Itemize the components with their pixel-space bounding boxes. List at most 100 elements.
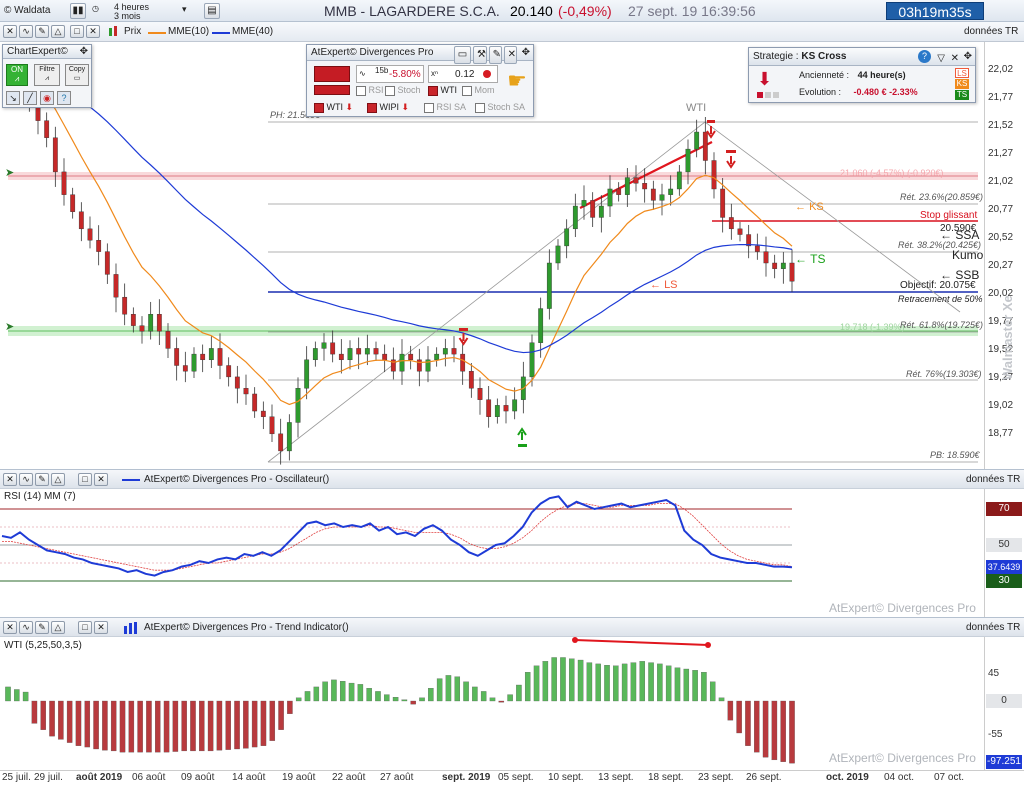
pin-icon[interactable]: ➤: [5, 320, 14, 333]
rsi-checkbox[interactable]: RSI: [356, 85, 384, 96]
close-icon[interactable]: ✕: [86, 25, 100, 38]
close-icon[interactable]: ✕: [94, 473, 108, 486]
prix-label[interactable]: Prix: [124, 25, 141, 39]
shapes-icon[interactable]: △: [51, 621, 65, 634]
value-text: 0.12: [455, 69, 475, 80]
minimize-icon[interactable]: ▭: [453, 46, 471, 64]
chart-thumb-button-2[interactable]: [314, 85, 350, 95]
waves-icon[interactable]: ∿: [19, 25, 33, 38]
candle-body: [191, 353, 197, 372]
period-badge: 15b: [375, 66, 389, 75]
rsisa-checkbox-box[interactable]: [424, 102, 434, 113]
tools-icon[interactable]: ✕: [3, 473, 17, 486]
candle-body: [477, 388, 483, 400]
wti-bar: [577, 659, 584, 702]
window-icon[interactable]: □: [78, 473, 92, 486]
wti-checkbox[interactable]: WTI: [428, 85, 457, 96]
mom-checkbox-box[interactable]: [462, 85, 472, 96]
close-icon[interactable]: ✕: [951, 50, 959, 68]
book-icon[interactable]: ▮▮: [70, 3, 86, 19]
candle-body: [304, 359, 310, 389]
mme40-label[interactable]: MME(40): [232, 25, 273, 39]
wti-bar: [516, 684, 522, 702]
candle-body: [408, 353, 414, 361]
candle-body: [139, 325, 145, 332]
wti-signal-box[interactable]: [314, 102, 324, 113]
rsi-checkbox-box[interactable]: [356, 85, 366, 96]
window-icon[interactable]: □: [78, 621, 92, 634]
clock-icon: ◷: [92, 4, 99, 13]
info-icon[interactable]: ?: [918, 50, 931, 63]
candle-body: [104, 251, 110, 275]
wti-bar: [304, 691, 311, 702]
rsisa-checkbox[interactable]: RSI SA: [424, 102, 466, 113]
wti-bar: [762, 700, 769, 758]
stochsa-checkbox[interactable]: Stoch SA: [475, 102, 525, 113]
help-icon[interactable]: ?: [57, 91, 71, 105]
wti-bar: [745, 700, 751, 746]
wipi-signal[interactable]: WIPI ⬇: [367, 102, 409, 113]
chart-type-icon[interactable]: ▤: [204, 3, 220, 19]
filter-icon[interactable]: ▽: [937, 50, 945, 68]
rsi-chart-svg[interactable]: [0, 489, 984, 617]
wti-signal[interactable]: WTI ⬇: [314, 102, 353, 113]
pin-icon[interactable]: ➤: [5, 166, 14, 179]
price-axis-label: 20,52: [988, 232, 1014, 243]
tools-icon[interactable]: ⚒: [473, 46, 487, 64]
wti-bar: [339, 681, 346, 702]
app-name: Waldata: [14, 5, 51, 16]
candle-body: [668, 188, 674, 195]
x-axis-label: 05 sept.: [498, 772, 534, 783]
chartexpert-on-button[interactable]: ON ⩘: [6, 64, 28, 86]
x-axis-label: 25 juil.: [2, 772, 31, 783]
wipi-signal-box[interactable]: [367, 102, 377, 113]
strategie-panel: Strategie : KS Cross ? ▽ ✕ ✥ ⬇ Anciennet…: [748, 47, 976, 103]
chartexpert-copy-button[interactable]: Copy ▭: [65, 64, 89, 86]
pen-icon[interactable]: ✎: [35, 25, 49, 38]
move-icon[interactable]: ✥: [522, 45, 530, 61]
pct-field[interactable]: ∿ 15b -5.80%: [356, 65, 424, 83]
hand-icon[interactable]: ☛: [504, 66, 530, 96]
pen-icon[interactable]: ✎: [35, 621, 49, 634]
waves-icon[interactable]: ∿: [19, 621, 33, 634]
candle-body: [208, 348, 214, 361]
draw-icon[interactable]: ↘: [6, 91, 20, 105]
value-field[interactable]: xⁿ 0.12: [428, 65, 498, 83]
candle-body: [763, 251, 769, 264]
close-icon[interactable]: ✕: [503, 46, 517, 64]
candle-body: [624, 177, 630, 195]
shapes-icon[interactable]: △: [51, 25, 65, 38]
shapes-icon[interactable]: △: [51, 473, 65, 486]
ks-annotation: ← KS: [795, 201, 824, 213]
wti-bar: [102, 700, 108, 751]
pen-icon[interactable]: ✎: [488, 46, 502, 64]
window-icon[interactable]: □: [70, 25, 84, 38]
wti-top-label: WTI: [686, 102, 707, 114]
mom-checkbox[interactable]: Mom: [462, 85, 495, 96]
stochsa-checkbox-box[interactable]: [475, 102, 485, 113]
mme10-label[interactable]: MME(10): [168, 25, 209, 39]
tools-icon[interactable]: ✕: [3, 25, 17, 38]
chart-thumb-button[interactable]: [314, 66, 350, 82]
candle-body: [243, 388, 249, 395]
target-icon[interactable]: ◉: [40, 91, 54, 105]
stoch-checkbox-box[interactable]: [385, 85, 395, 96]
ls-annotation: ← LS: [650, 279, 678, 291]
wti-bar: [648, 662, 654, 702]
strategie-label: Strategie :: [753, 51, 799, 62]
wti-checkbox-box[interactable]: [428, 85, 438, 96]
chartexpert-filtre-button[interactable]: Filtre ⩘: [34, 64, 60, 86]
x-axis-label: oct. 2019: [826, 772, 869, 783]
pen-icon[interactable]: ✎: [35, 473, 49, 486]
x-axis-label: 13 sept.: [598, 772, 634, 783]
tools-icon[interactable]: ✕: [3, 621, 17, 634]
line-icon[interactable]: ╱: [23, 91, 37, 105]
waves-icon[interactable]: ∿: [19, 473, 33, 486]
move-icon[interactable]: ✥: [80, 45, 88, 59]
period-selector[interactable]: ◷ 4 heures 3 mois ▾: [92, 2, 192, 21]
stoch-checkbox[interactable]: Stoch: [385, 85, 421, 96]
move-icon[interactable]: ✥: [964, 48, 972, 66]
wti-bar: [665, 665, 672, 702]
rsi-pane-header: ✕ ∿ ✎ △ □ ✕ AtExpert© Divergences Pro - …: [0, 469, 1024, 489]
close-icon[interactable]: ✕: [94, 621, 108, 634]
